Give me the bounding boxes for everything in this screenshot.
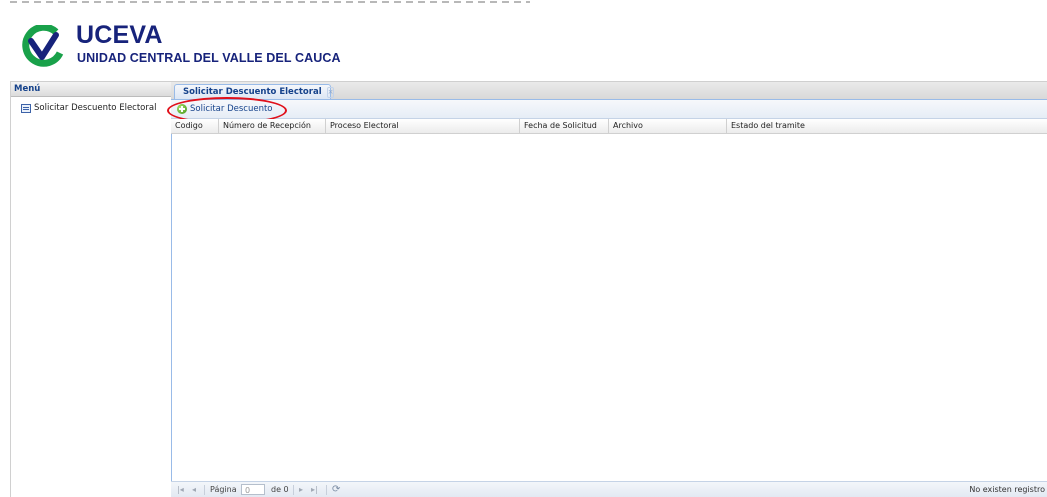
column-header-archivo[interactable]: Archivo [609, 119, 727, 133]
column-header-estado-tramite[interactable]: Estado del tramite [727, 119, 1047, 133]
paging-separator [204, 485, 205, 495]
cropped-top-text [10, 0, 530, 5]
column-header-codigo[interactable]: Codigo [171, 119, 219, 133]
column-header-proceso-electoral[interactable]: Proceso Electoral [326, 119, 520, 133]
uceva-logo-icon [22, 25, 64, 67]
column-header-numero-recepcion[interactable]: Número de Recepción [219, 119, 326, 133]
brand-subtitle: UNIDAD CENTRAL DEL VALLE DEL CAUCA [77, 51, 341, 65]
solicitar-descuento-button[interactable]: Solicitar Descuento [177, 102, 273, 116]
document-list-icon [21, 103, 31, 113]
solicitar-descuento-label: Solicitar Descuento [190, 104, 273, 114]
menu-item-solicitar-descuento-electoral[interactable]: Solicitar Descuento Electoral [21, 102, 171, 114]
tab-close-icon[interactable]: × [326, 86, 335, 98]
grid-toolbar: Solicitar Descuento [171, 100, 1047, 119]
grid-body [171, 134, 1047, 480]
tab-solicitar-descuento-electoral[interactable]: Solicitar Descuento Electoral × [174, 84, 335, 99]
page-header: UCEVA UNIDAD CENTRAL DEL VALLE DEL CAUCA [0, 0, 1047, 78]
first-page-icon[interactable]: |◂ [177, 484, 184, 496]
column-header-fecha-solicitud[interactable]: Fecha de Solicitud [520, 119, 609, 133]
paging-separator [293, 485, 294, 495]
refresh-icon[interactable]: ⟳ [332, 484, 340, 496]
page-label: Página [210, 485, 237, 494]
app-window: UCEVA UNIDAD CENTRAL DEL VALLE DEL CAUCA… [0, 0, 1047, 497]
add-icon [177, 104, 187, 114]
brand-title: UCEVA [76, 21, 163, 49]
paging-toolbar: |◂ ◂ Página 0 de 0 ▸ ▸| ⟳ No existen reg… [171, 481, 1047, 497]
menu-panel-title: Menú [11, 81, 171, 97]
page-count-label: de 0 [271, 485, 289, 494]
next-page-icon[interactable]: ▸ [299, 484, 303, 496]
last-page-icon[interactable]: ▸| [311, 484, 318, 496]
page-number-input[interactable]: 0 [241, 484, 265, 495]
grid-column-header: Codigo Número de Recepción Proceso Elect… [171, 119, 1047, 134]
tab-label: Solicitar Descuento Electoral [183, 87, 322, 97]
paging-separator [326, 485, 327, 495]
menu-item-label: Solicitar Descuento Electoral [34, 103, 157, 113]
paging-status-text: No existen registro [969, 485, 1045, 494]
tab-strip: Solicitar Descuento Electoral × [171, 81, 1047, 100]
menu-panel: Menú Solicitar Descuento Electoral [10, 81, 172, 497]
previous-page-icon[interactable]: ◂ [192, 484, 196, 496]
